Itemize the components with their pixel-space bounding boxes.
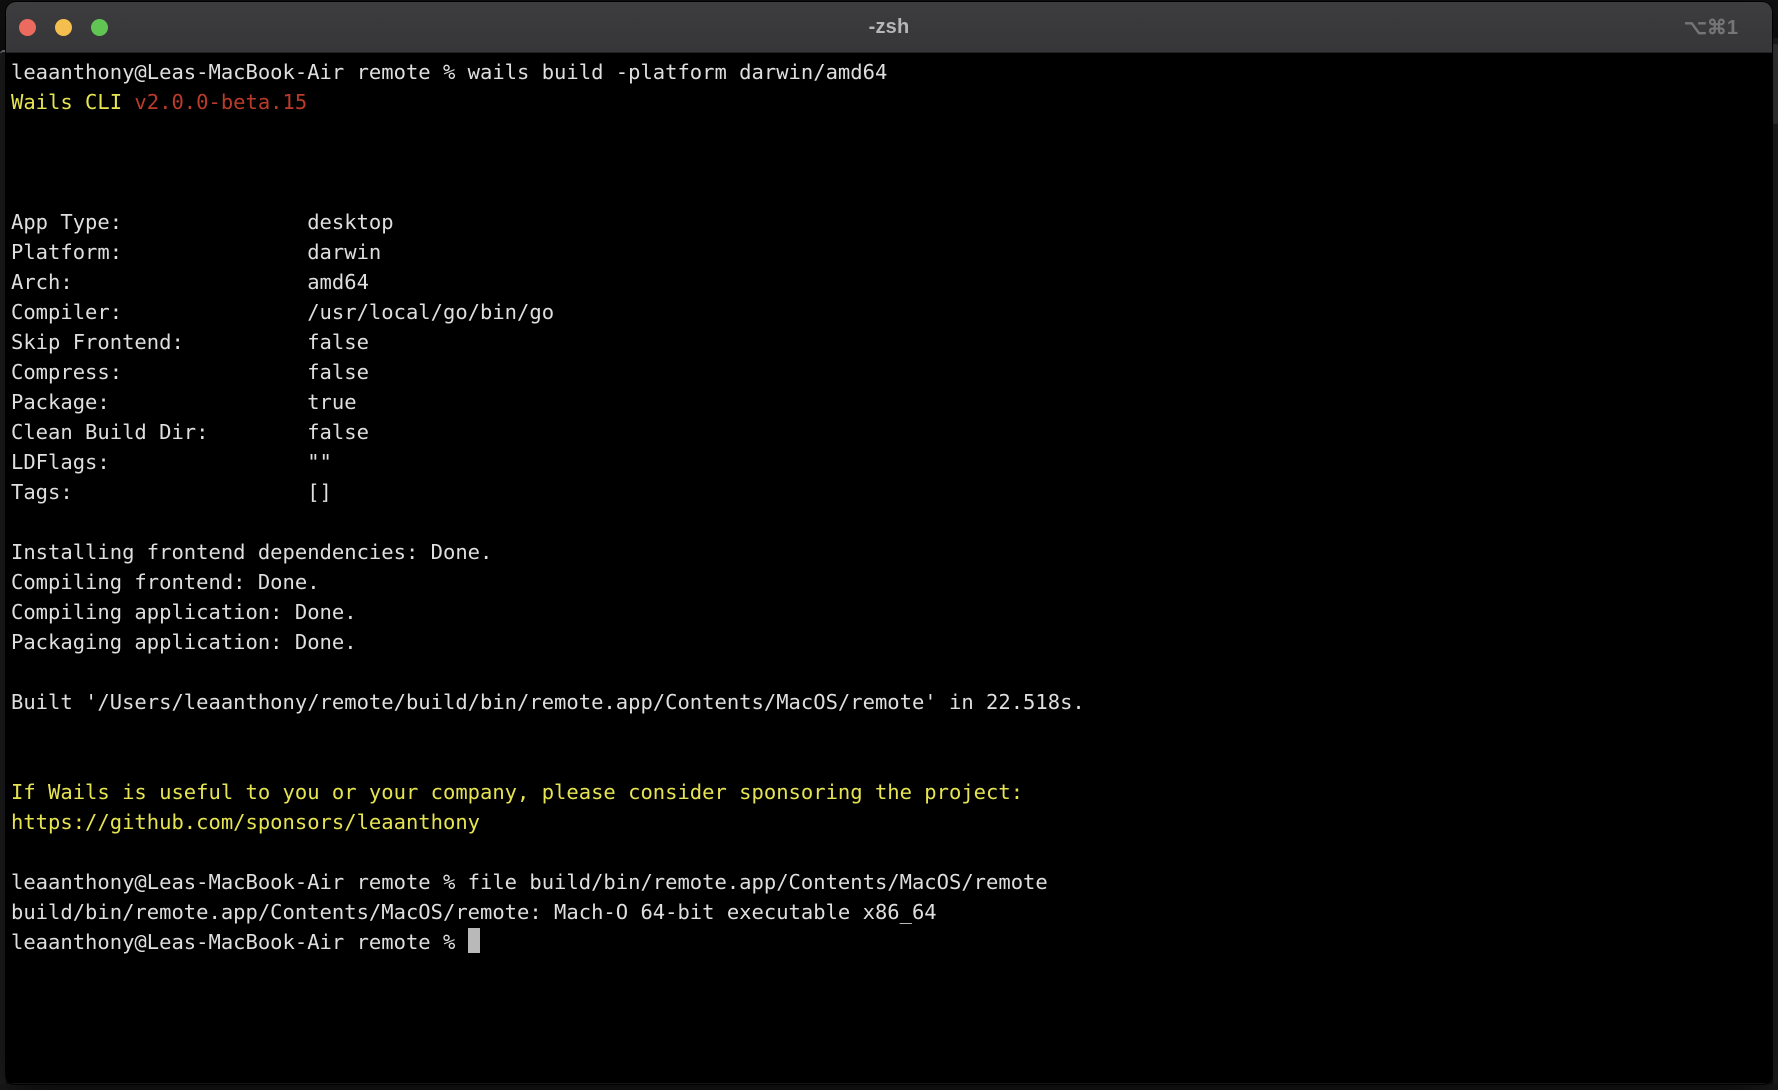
terminal-text-segment: Wails CLI	[11, 90, 134, 114]
terminal-line: Installing frontend dependencies: Done.	[11, 537, 1768, 567]
terminal-text-segment: leaanthony@Leas-MacBook-Air remote %	[11, 930, 468, 954]
titlebar[interactable]: -zsh ⌥⌘1	[6, 2, 1772, 53]
terminal-line: build/bin/remote.app/Contents/MacOS/remo…	[11, 897, 1768, 927]
terminal-line: Tags: []	[11, 477, 1768, 507]
terminal-window: -zsh ⌥⌘1 leaanthony@Leas-MacBook-Air rem…	[6, 2, 1772, 1084]
terminal-line	[11, 837, 1768, 867]
terminal-text-segment: leaanthony@Leas-MacBook-Air remote % wai…	[11, 60, 887, 84]
terminal-line: leaanthony@Leas-MacBook-Air remote %	[11, 927, 1768, 957]
terminal-text-segment: If Wails is useful to you or your compan…	[11, 780, 1023, 804]
background-window-edge-right	[1773, 38, 1778, 1090]
terminal-line: Compress: false	[11, 357, 1768, 387]
close-button[interactable]	[19, 19, 36, 36]
terminal-line: Compiler: /usr/local/go/bin/go	[11, 297, 1768, 327]
terminal-line: Package: true	[11, 387, 1768, 417]
terminal-line	[11, 717, 1768, 747]
terminal-line: Skip Frontend: false	[11, 327, 1768, 357]
terminal-line: Packaging application: Done.	[11, 627, 1768, 657]
terminal-line: Wails CLI v2.0.0-beta.15	[11, 87, 1768, 117]
terminal-line: App Type: desktop	[11, 207, 1768, 237]
terminal-line	[11, 747, 1768, 777]
terminal-text-segment: Skip Frontend: false	[11, 330, 369, 354]
terminal-line: Built '/Users/leaanthony/remote/build/bi…	[11, 687, 1768, 717]
zoom-button[interactable]	[91, 19, 108, 36]
terminal-line: leaanthony@Leas-MacBook-Air remote % wai…	[11, 57, 1768, 87]
background-scrollbar-thumb	[1773, 44, 1778, 124]
window-title: -zsh	[6, 16, 1772, 39]
traffic-lights	[19, 2, 108, 52]
background-strip-bottom	[0, 1084, 1778, 1090]
terminal-text-segment: Arch: amd64	[11, 270, 369, 294]
terminal-text-segment: https://github.com/sponsors/leaanthony	[11, 810, 480, 834]
terminal-text-segment: Tags: []	[11, 480, 332, 504]
terminal-line: LDFlags: ""	[11, 447, 1768, 477]
terminal-text-segment: Compiler: /usr/local/go/bin/go	[11, 300, 554, 324]
terminal-text-segment: Compiling application: Done.	[11, 600, 357, 624]
terminal-line: https://github.com/sponsors/leaanthony	[11, 807, 1768, 837]
terminal-text-segment: Compress: false	[11, 360, 369, 384]
terminal-text-segment: Installing frontend dependencies: Done.	[11, 540, 492, 564]
terminal-text-segment: Built '/Users/leaanthony/remote/build/bi…	[11, 690, 1085, 714]
terminal-text-segment: Clean Build Dir: false	[11, 420, 369, 444]
terminal-line: Compiling application: Done.	[11, 597, 1768, 627]
terminal-line	[11, 117, 1768, 147]
terminal-line: Arch: amd64	[11, 267, 1768, 297]
cursor-block	[468, 928, 480, 953]
terminal-text-segment: build/bin/remote.app/Contents/MacOS/remo…	[11, 900, 937, 924]
terminal-text-segment: leaanthony@Leas-MacBook-Air remote % fil…	[11, 870, 1048, 894]
terminal-line	[11, 507, 1768, 537]
terminal-line: Platform: darwin	[11, 237, 1768, 267]
terminal-text-segment: v2.0.0-beta.15	[134, 90, 307, 114]
terminal-screen[interactable]: leaanthony@Leas-MacBook-Air remote % wai…	[6, 53, 1772, 1083]
terminal-line	[11, 147, 1768, 177]
terminal-text-segment: Packaging application: Done.	[11, 630, 357, 654]
terminal-line: Compiling frontend: Done.	[11, 567, 1768, 597]
terminal-line	[11, 177, 1768, 207]
terminal-line	[11, 657, 1768, 687]
terminal-text-segment: Platform: darwin	[11, 240, 381, 264]
terminal-text-segment: App Type: desktop	[11, 210, 394, 234]
terminal-line: leaanthony@Leas-MacBook-Air remote % fil…	[11, 867, 1768, 897]
terminal-text-segment: LDFlags: ""	[11, 450, 332, 474]
terminal-text-segment: Package: true	[11, 390, 357, 414]
terminal-text-segment: Compiling frontend: Done.	[11, 570, 320, 594]
terminal-line: If Wails is useful to you or your compan…	[11, 777, 1768, 807]
minimize-button[interactable]	[55, 19, 72, 36]
terminal-line: Clean Build Dir: false	[11, 417, 1768, 447]
window-shortcut-badge: ⌥⌘1	[1684, 2, 1738, 52]
